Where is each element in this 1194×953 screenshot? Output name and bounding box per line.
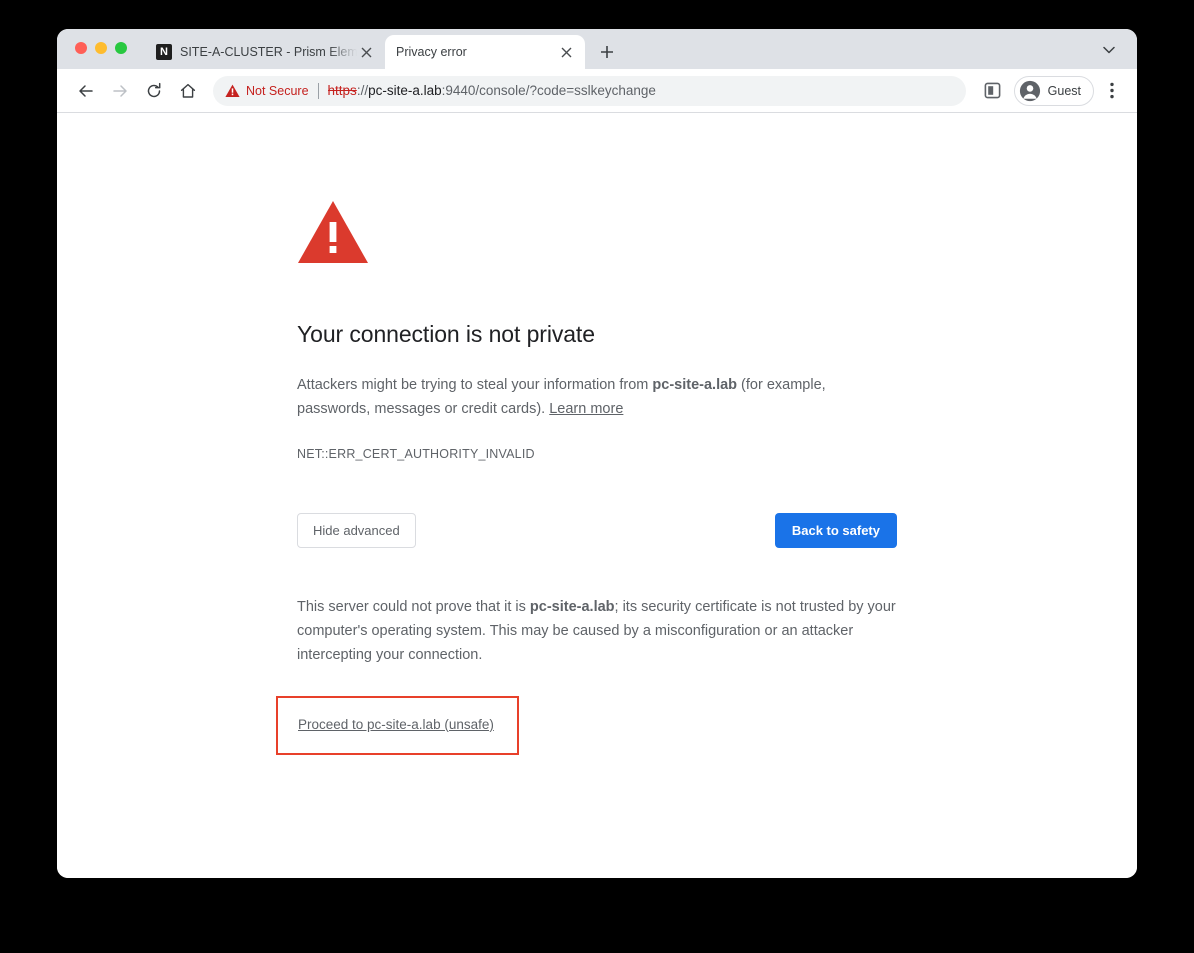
hide-advanced-button[interactable]: Hide advanced: [297, 512, 416, 548]
advanced-host: pc-site-a.lab: [529, 598, 615, 615]
browser-toolbar: Not Secure https://pc-site-a.lab:9440/co…: [57, 69, 1137, 113]
advanced-panel: This server could not prove that it is p…: [276, 596, 897, 755]
advanced-lead: This server could not prove that it is: [297, 598, 530, 615]
red-warning-triangle-icon: [298, 201, 368, 263]
interstitial-description: Attackers might be trying to steal your …: [297, 374, 897, 422]
description-lead: Attackers might be trying to steal your …: [297, 377, 653, 394]
three-dot-menu-icon[interactable]: [1098, 76, 1126, 106]
page-title: Your connection is not private: [297, 321, 595, 347]
interstitial-button-row: Hide advanced Back to safety: [297, 512, 897, 548]
toolbar-right-controls: Guest: [978, 75, 1126, 106]
profile-button-guest[interactable]: Guest: [1013, 75, 1094, 106]
url-host: pc-site-a.lab: [368, 83, 442, 98]
window-maximize-button[interactable]: [115, 42, 127, 54]
warning-triangle-icon: [225, 84, 240, 97]
window-traffic-lights: [75, 29, 127, 69]
browser-tab-privacy-error[interactable]: Privacy error: [385, 35, 585, 69]
address-bar[interactable]: Not Secure https://pc-site-a.lab:9440/co…: [213, 75, 966, 106]
tab-close-icon[interactable]: [557, 43, 575, 61]
tab-close-icon[interactable]: [357, 43, 375, 61]
back-arrow-icon[interactable]: [71, 76, 101, 106]
browser-window: N SITE-A-CLUSTER - Prism Elem Privacy er…: [57, 29, 1137, 878]
reload-icon[interactable]: [139, 76, 169, 106]
nutanix-favicon-icon: N: [156, 44, 172, 60]
forward-arrow-icon[interactable]: [105, 76, 135, 106]
url-text: https://pc-site-a.lab:9440/console/?code…: [328, 83, 656, 98]
not-secure-label: Not Secure: [246, 83, 309, 98]
url-scheme: https: [327, 83, 357, 98]
not-secure-badge[interactable]: Not Secure: [225, 84, 309, 98]
back-to-safety-button[interactable]: Back to safety: [774, 512, 897, 548]
tab-search-chevron-down-icon[interactable]: [1095, 36, 1123, 64]
window-close-button[interactable]: [75, 42, 87, 54]
profile-name-label: Guest: [1047, 83, 1081, 98]
tab-title: Privacy error: [396, 45, 467, 59]
omnibox-divider: [317, 82, 319, 99]
learn-more-link[interactable]: Learn more: [549, 401, 623, 417]
page-content: Your connection is not private Attackers…: [57, 113, 1137, 878]
side-panel-icon[interactable]: [978, 76, 1008, 106]
tab-title: SITE-A-CLUSTER - Prism Elem: [180, 45, 357, 59]
tabs-area: N SITE-A-CLUSTER - Prism Elem Privacy er…: [145, 29, 621, 69]
description-host: pc-site-a.lab: [652, 377, 738, 394]
proceed-link-annotation-box: Proceed to pc-site-a.lab (unsafe): [276, 695, 519, 755]
url-path: :9440/console/?code=sslkeychange: [441, 83, 656, 98]
new-tab-button[interactable]: [593, 38, 621, 66]
error-code-text: NET::ERR_CERT_AUTHORITY_INVALID: [297, 446, 535, 461]
advanced-description: This server could not prove that it is p…: [297, 596, 897, 668]
home-icon[interactable]: [173, 76, 203, 106]
url-separator: ://: [356, 83, 369, 98]
window-minimize-button[interactable]: [95, 42, 107, 54]
proceed-unsafe-link[interactable]: Proceed to pc-site-a.lab (unsafe): [298, 717, 494, 732]
avatar-icon: [1019, 80, 1040, 101]
ssl-interstitial: Your connection is not private Attackers…: [276, 198, 897, 755]
tab-strip: N SITE-A-CLUSTER - Prism Elem Privacy er…: [57, 29, 1137, 69]
browser-tab-prism-element[interactable]: N SITE-A-CLUSTER - Prism Elem: [145, 35, 385, 69]
